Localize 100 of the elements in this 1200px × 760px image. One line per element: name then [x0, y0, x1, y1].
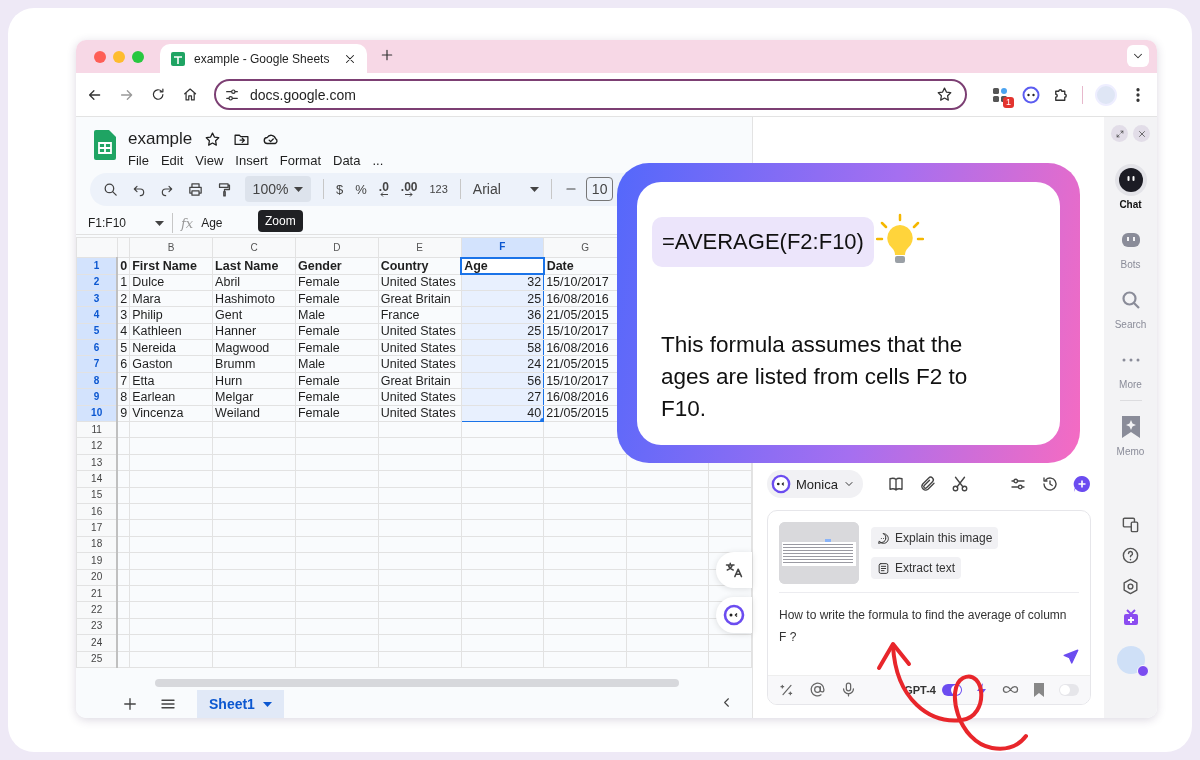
table-cell: 9: [117, 405, 130, 422]
column-header[interactable]: D: [333, 241, 341, 253]
column-header[interactable]: G: [581, 241, 589, 253]
table-cell: Weiland: [212, 405, 296, 422]
devices-icon[interactable]: [1121, 515, 1140, 534]
action-chip[interactable]: Explain this image: [871, 527, 999, 549]
star-icon[interactable]: [204, 130, 222, 148]
extension-icon[interactable]: [992, 85, 1010, 104]
close-icon: [1136, 128, 1147, 139]
scissors-icon[interactable]: [950, 475, 969, 493]
percent-button[interactable]: %: [355, 181, 367, 197]
add-sheet-icon[interactable]: [121, 695, 139, 713]
table-cell: 5: [117, 339, 130, 356]
table-cell: United States: [378, 356, 462, 373]
assistant-button[interactable]: [716, 597, 752, 633]
menu-item[interactable]: Edit: [154, 153, 190, 168]
star-icon[interactable]: [936, 86, 953, 103]
home-icon[interactable]: [181, 86, 198, 103]
table-cell: Dulce: [129, 274, 213, 291]
browser-tab[interactable]: example - Google Sheets: [160, 44, 367, 73]
number-format-button[interactable]: 123: [429, 183, 448, 196]
message-field[interactable]: How to write the formula to find the average of column F ?: [779, 603, 1068, 648]
table-cell: Female: [295, 339, 379, 356]
table-cell: 0: [117, 257, 130, 275]
translate-button[interactable]: [716, 552, 752, 588]
assistant-selector[interactable]: Monica: [767, 470, 863, 498]
table-cell: Kathleen: [129, 323, 213, 340]
tooltip: Zoom: [258, 210, 303, 232]
table-cell: Female: [295, 323, 379, 340]
currency-button[interactable]: $: [336, 181, 344, 197]
notification-badge: 1: [1003, 96, 1014, 108]
bookmark-icon[interactable]: [1033, 683, 1045, 697]
table-cell: Age: [461, 257, 544, 275]
tab-title: example - Google Sheets: [194, 51, 331, 66]
microphone-icon[interactable]: [840, 681, 857, 699]
formula-chip: =AVERAGE(F2:F10): [652, 217, 874, 267]
callout-text: This formula assumes that the ages are listed from cells F2 to F10.: [661, 331, 969, 423]
menu-item[interactable]: File: [122, 153, 155, 168]
menu-item[interactable]: Format: [273, 153, 327, 168]
column-header[interactable]: C: [250, 241, 258, 253]
sheet-tab[interactable]: Sheet1: [197, 690, 284, 718]
translate-icon: [724, 560, 744, 580]
font-size-field[interactable]: 10: [585, 177, 614, 202]
image-thumbnail[interactable]: [779, 522, 859, 584]
table-cell: 4: [117, 323, 130, 340]
table-cell: United States: [378, 339, 462, 356]
help-icon[interactable]: [1121, 546, 1140, 565]
column-header[interactable]: F: [499, 241, 506, 253]
site-settings-icon[interactable]: [224, 86, 240, 103]
table-cell: Female: [295, 274, 379, 291]
new-tab-icon[interactable]: [379, 47, 395, 63]
table-cell: Etta: [129, 372, 213, 389]
table-cell: Female: [295, 388, 379, 406]
column-header[interactable]: E: [416, 241, 423, 253]
table-cell: 1: [117, 274, 130, 291]
table-cell: Great Britain: [378, 290, 462, 307]
paint-format-icon[interactable]: [216, 180, 233, 198]
new-chat-icon[interactable]: [1073, 475, 1091, 493]
paperclip-icon[interactable]: [918, 475, 937, 493]
expand-icon: [1114, 128, 1125, 139]
spreadsheet-icon: [170, 50, 186, 67]
toggle-switch[interactable]: [1059, 684, 1079, 696]
memo-icon: [1119, 415, 1142, 439]
bot-face-icon: [771, 474, 791, 494]
bot-face-icon[interactable]: [1022, 85, 1040, 104]
history-icon[interactable]: [1041, 475, 1059, 493]
table-cell: Mara: [129, 290, 213, 307]
horizontal-scrollbar[interactable]: [155, 678, 679, 687]
column-header[interactable]: B: [167, 241, 175, 253]
print-icon[interactable]: [187, 180, 204, 198]
table-cell: Last Name: [212, 257, 296, 275]
font-select[interactable]: Arial: [472, 181, 539, 198]
document-title[interactable]: example: [128, 129, 193, 149]
action-chip[interactable]: Extract text: [871, 557, 962, 579]
reload-icon[interactable]: [150, 86, 167, 103]
gift-icon[interactable]: [1121, 608, 1140, 626]
table-cell: Gent: [212, 306, 296, 324]
menu-item[interactable]: View: [189, 153, 230, 168]
menu-item[interactable]: Insert: [229, 153, 274, 168]
zoom-select[interactable]: 100%: [245, 176, 311, 203]
table-cell: Female: [295, 290, 379, 307]
at-icon[interactable]: [809, 681, 826, 699]
decrease-decimals-button[interactable]: .0: [378, 181, 389, 197]
address-field[interactable]: docs.google.com: [214, 79, 967, 110]
chat-bot-icon: [1117, 167, 1144, 193]
formula-field[interactable]: Age: [201, 216, 223, 231]
book-icon[interactable]: [886, 475, 905, 493]
magic-icon[interactable]: [779, 682, 795, 698]
table-cell: Gender: [295, 257, 379, 275]
menu-item[interactable]: Data: [327, 153, 367, 168]
name-box[interactable]: F1:F10: [88, 216, 164, 231]
settings-icon[interactable]: [1121, 577, 1140, 596]
sidebar-item[interactable]: Chat: [1105, 164, 1156, 210]
spreadsheet-logo-icon[interactable]: [94, 130, 116, 160]
send-icon[interactable]: [1062, 647, 1080, 666]
table-cell: United States: [378, 323, 462, 340]
increase-decimals-button[interactable]: .00: [400, 181, 418, 197]
close-button[interactable]: [1133, 125, 1150, 142]
menu-item[interactable]: ...: [366, 153, 390, 168]
table-cell: Magwood: [212, 339, 296, 356]
